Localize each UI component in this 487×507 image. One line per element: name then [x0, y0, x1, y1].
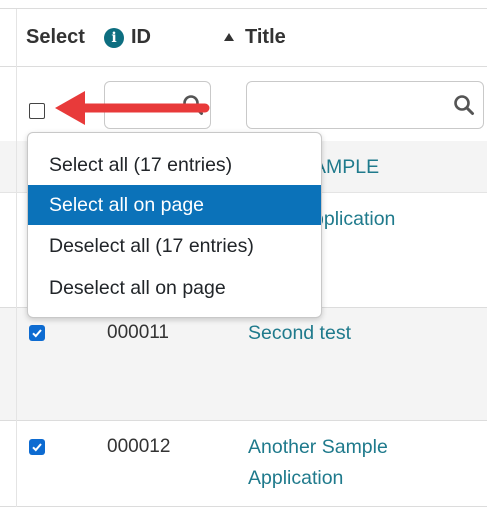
info-icon[interactable]: i [104, 28, 124, 48]
checkmark-icon [32, 443, 42, 452]
search-icon [454, 95, 474, 115]
row-id: 000011 [107, 322, 169, 343]
menu-item-select-all[interactable]: Select all (17 entries) [28, 145, 321, 185]
select-options-dropdown: Select all (17 entries) Select all on pa… [27, 132, 322, 318]
column-header-select: Select [26, 26, 85, 48]
table-row: 000011 Second test [0, 308, 487, 421]
row-checkbox[interactable] [29, 439, 45, 455]
row-id: 000012 [107, 436, 171, 457]
title-search-input[interactable] [246, 81, 484, 129]
menu-item-deselect-all[interactable]: Deselect all (17 entries) [28, 226, 321, 266]
sort-ascending-icon [224, 33, 234, 41]
row-checkbox[interactable] [29, 325, 45, 341]
table-row: 000012 Another Sample Application [0, 421, 487, 507]
column-header-id[interactable]: ID [131, 26, 151, 49]
select-all-checkbox[interactable] [29, 103, 45, 119]
column-divider [16, 9, 17, 507]
row-title-link-line2[interactable]: Application [248, 463, 343, 494]
menu-item-select-all-on-page[interactable]: Select all on page [28, 185, 321, 225]
checkmark-icon [32, 329, 42, 338]
row-title-link[interactable]: Another Sample [248, 432, 388, 463]
menu-item-deselect-all-on-page[interactable]: Deselect all on page [28, 268, 321, 308]
column-header-title[interactable]: Title [245, 26, 286, 49]
row-title-link[interactable]: Second test [248, 318, 351, 349]
red-arrow-annotation [55, 91, 210, 125]
